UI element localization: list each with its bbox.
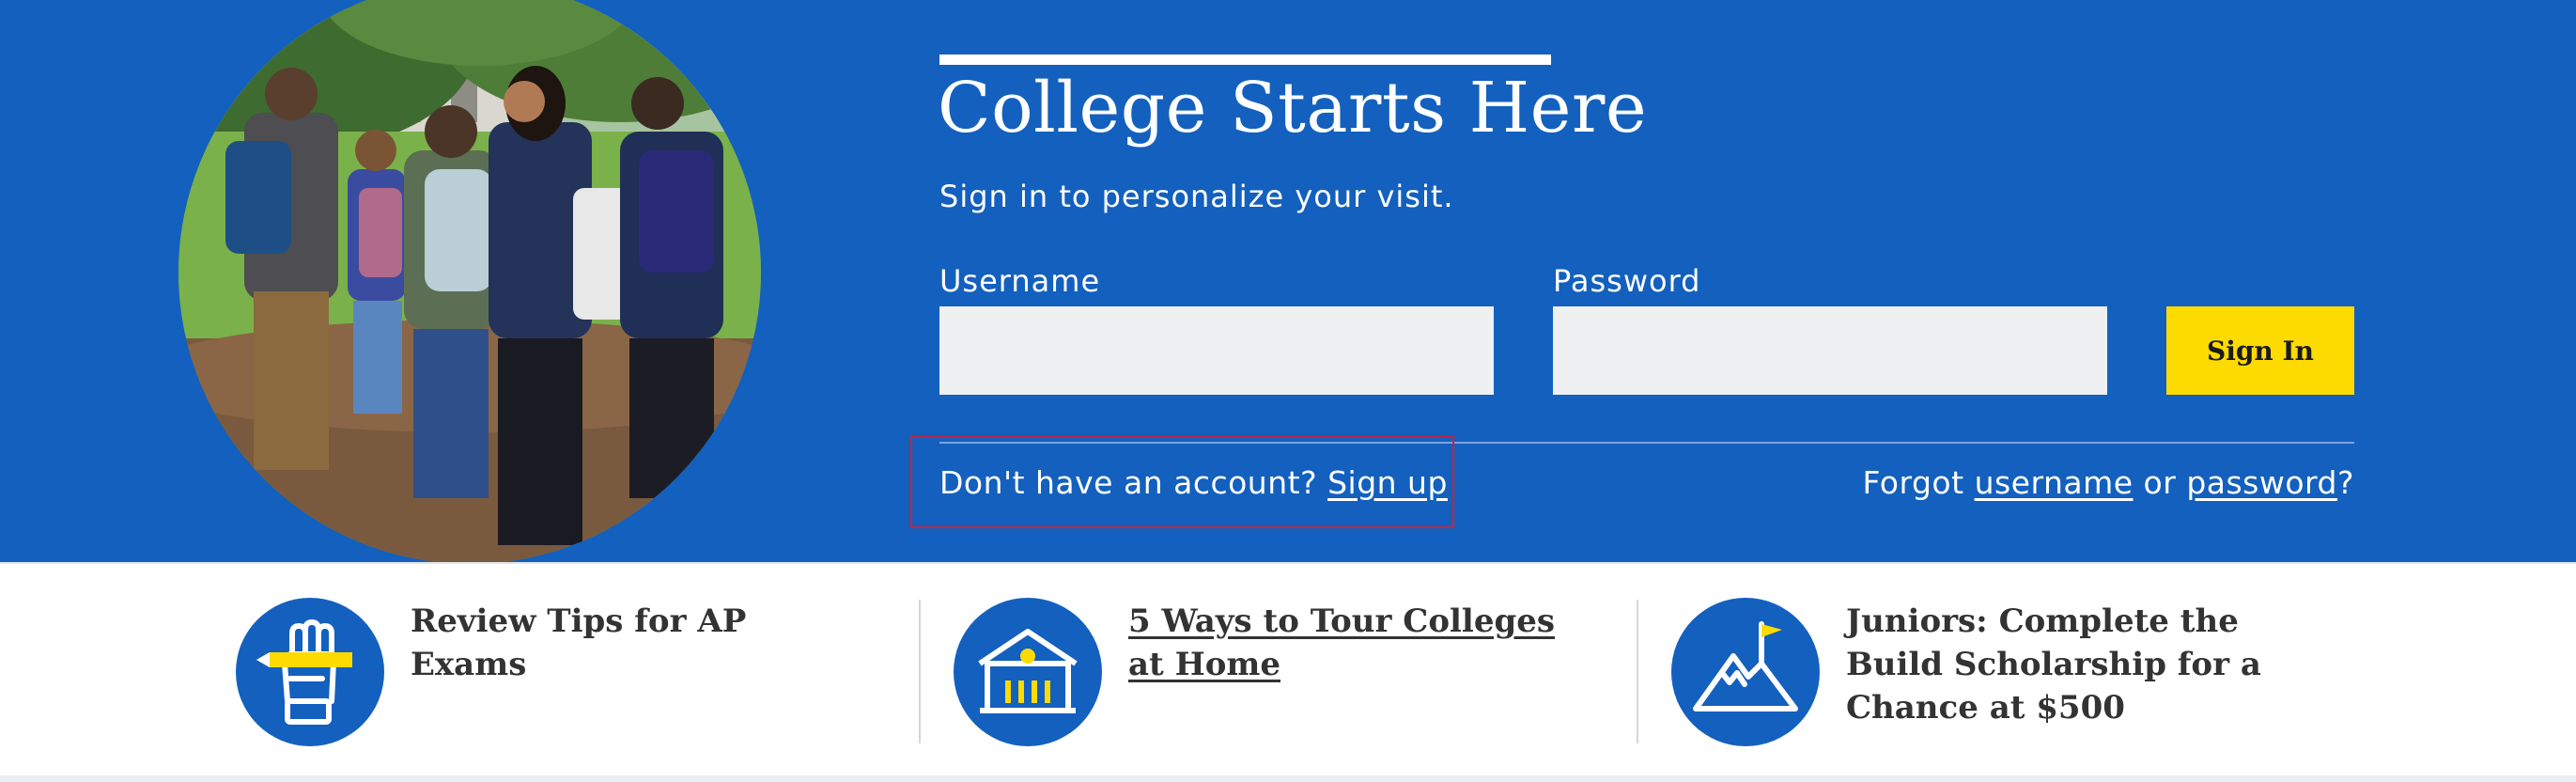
signup-prompt: Don't have an account? Sign up (939, 464, 1448, 501)
hero-banner: College Starts Here Sign in to personali… (0, 0, 2576, 562)
page-subtitle: Sign in to personalize your visit. (939, 179, 1454, 214)
photo-illustration (178, 0, 761, 562)
password-input[interactable] (1553, 306, 2107, 395)
page-title: College Starts Here (938, 68, 1648, 149)
featured-articles-strip: Review Tips for AP Exams 5 Ways to Tour … (0, 562, 2576, 775)
password-label: Password (1553, 263, 1701, 299)
sign-up-link[interactable]: Sign up (1327, 464, 1448, 501)
column-separator (919, 600, 921, 743)
mountain-flag-icon (1671, 598, 1820, 746)
fist-pencil-icon (236, 598, 384, 746)
forgot-username-link[interactable]: username (1975, 464, 2134, 501)
username-label: Username (939, 263, 1101, 299)
forgot-prefix: Forgot (1862, 464, 1964, 501)
sign-in-button[interactable]: Sign In (2166, 306, 2354, 395)
school-building-icon (954, 598, 1102, 746)
strip-border (0, 562, 2576, 564)
article-title-ap-exams[interactable]: Review Tips for AP Exams (411, 600, 852, 686)
signup-prompt-text: Don't have an account? (939, 464, 1318, 501)
username-input[interactable] (939, 306, 1494, 395)
column-separator (1637, 600, 1638, 743)
title-rule (939, 55, 1551, 65)
article-title-tour-colleges[interactable]: 5 Ways to Tour Colleges at Home (1128, 600, 1570, 686)
forgot-credentials: Forgot username or password? (1863, 464, 2355, 501)
forgot-suffix: ? (2336, 464, 2354, 501)
students-walking-photo (178, 0, 761, 562)
forgot-or: or (2143, 464, 2177, 501)
forgot-password-link[interactable]: password (2186, 464, 2337, 501)
article-title-build-scholarship[interactable]: Juniors: Complete the Build Scholarship … (1846, 600, 2288, 729)
